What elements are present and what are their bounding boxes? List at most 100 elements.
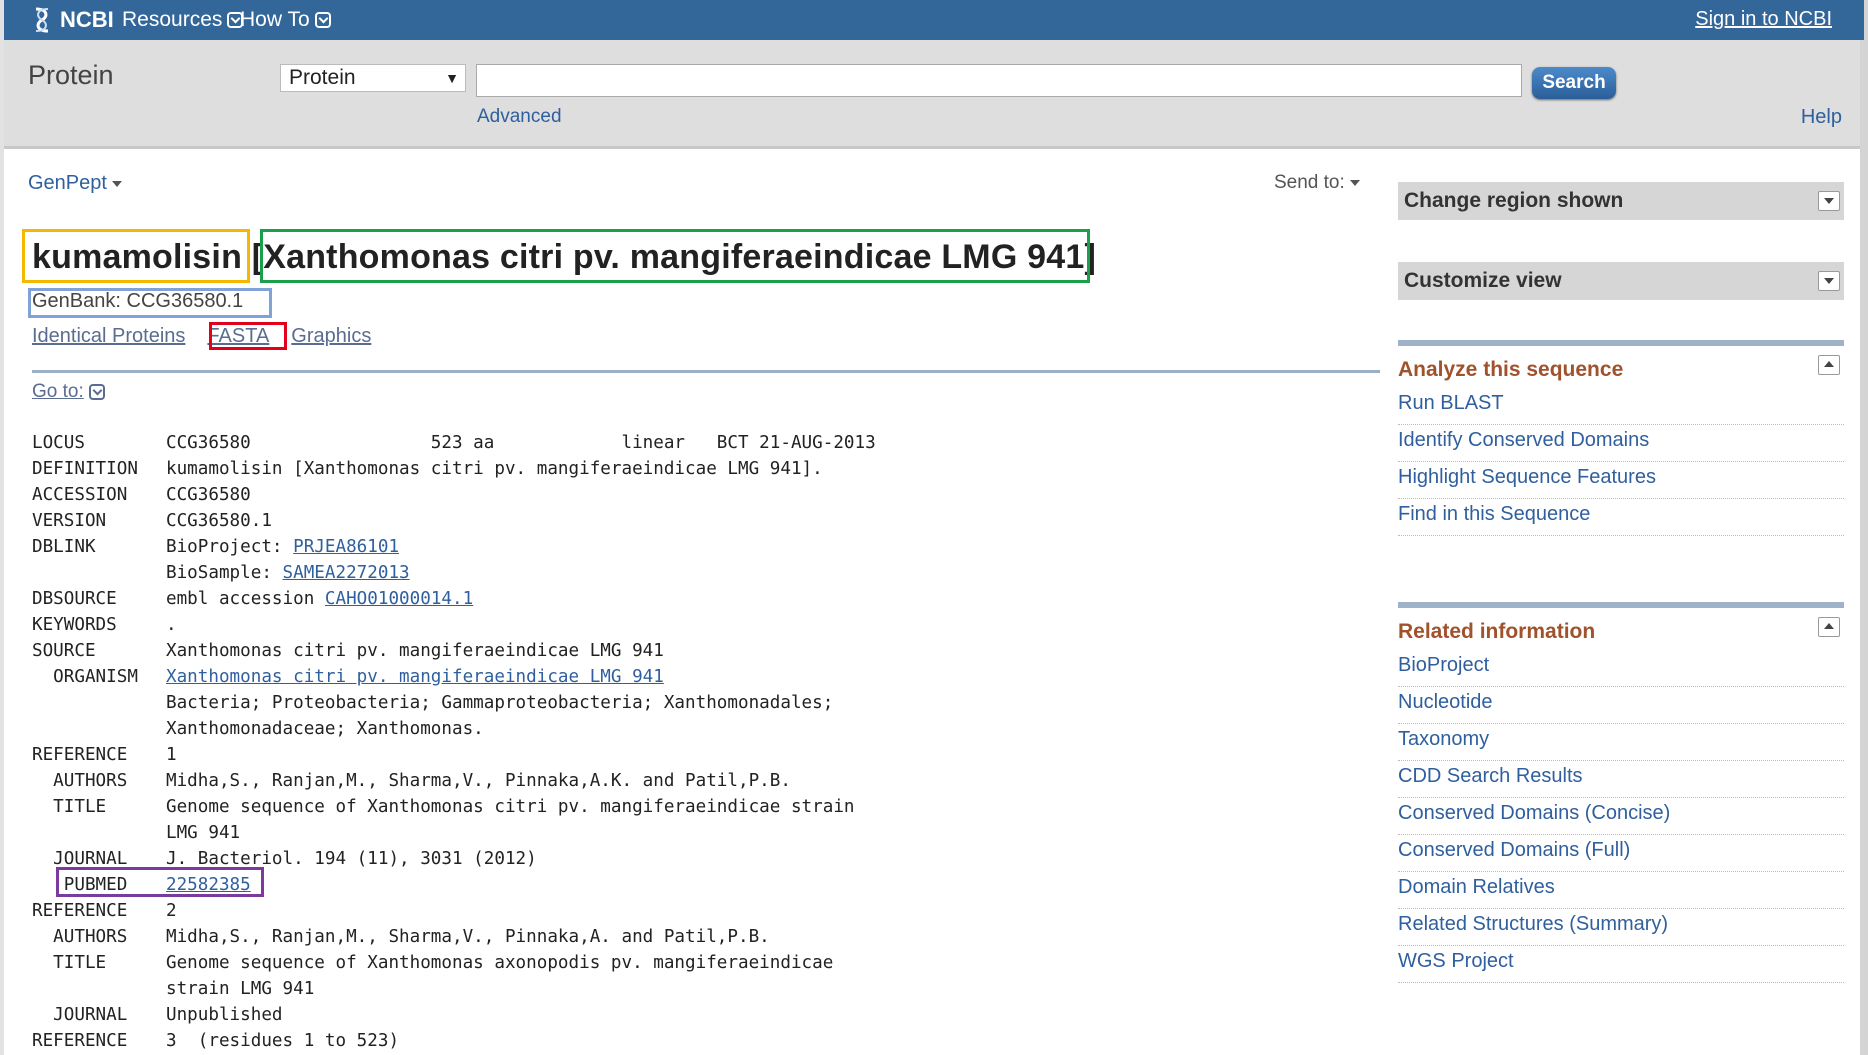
flatfile-text: . bbox=[166, 615, 177, 635]
help-link[interactable]: Help bbox=[1801, 106, 1842, 129]
flatfile-link[interactable]: CAHO01000014.1 bbox=[325, 589, 473, 609]
flatfile-value: BioProject: PRJEA86101 bbox=[166, 534, 399, 560]
flatfile-value: CCG36580.1 bbox=[166, 508, 272, 534]
sidebar-link-conserved-domains-full[interactable]: Conserved Domains (Full) bbox=[1398, 835, 1844, 872]
go-to-menu[interactable]: Go to: bbox=[32, 381, 105, 403]
caret-down-icon bbox=[1349, 179, 1360, 186]
flatfile-row: AUTHORS Midha,S., Ranjan,M., Sharma,V., P… bbox=[32, 924, 876, 950]
flatfile-row: ACCESSION CCG36580 bbox=[32, 482, 876, 508]
flatfile-key bbox=[32, 820, 166, 846]
flatfile-key: ORGANISM bbox=[32, 667, 138, 687]
change-region-panel[interactable]: Change region shown bbox=[1398, 182, 1844, 220]
advanced-search-link[interactable]: Advanced bbox=[477, 106, 562, 128]
flatfile-row: KEYWORDS. bbox=[32, 612, 876, 638]
search-button[interactable]: Search bbox=[1532, 67, 1616, 99]
flatfile-text: Genome sequence of Xanthomonas citri pv.… bbox=[166, 797, 855, 817]
flatfile-row: TITLE Genome sequence of Xanthomonas axon… bbox=[32, 950, 876, 976]
flatfile-row: DEFINITION kumamolisin [Xanthomonas citri… bbox=[32, 456, 876, 482]
collapse-icon[interactable] bbox=[1818, 617, 1840, 637]
flatfile-key: REFERENCE bbox=[32, 745, 128, 765]
ncbi-logo[interactable]: NCBI bbox=[30, 4, 114, 36]
sidebar-link-bioproject[interactable]: BioProject bbox=[1398, 650, 1844, 687]
ncbi-logo-icon bbox=[35, 7, 49, 33]
sidebar-link-cdd-search-results[interactable]: CDD Search Results bbox=[1398, 761, 1844, 798]
sidebar-link-wgs-project[interactable]: WGS Project bbox=[1398, 946, 1844, 983]
highlight-box-pubmed bbox=[56, 867, 264, 897]
database-select[interactable]: Protein ▼ bbox=[280, 64, 466, 92]
flatfile-text: CCG36580 bbox=[166, 485, 251, 505]
flatfile-value: 2 bbox=[166, 898, 177, 924]
customize-view-panel[interactable]: Customize view bbox=[1398, 262, 1844, 300]
send-to-menu[interactable]: Send to: bbox=[1274, 172, 1360, 194]
page: NCBI Resources How To Sign in to NCBI Pr… bbox=[0, 0, 1864, 1055]
expand-icon[interactable] bbox=[1818, 271, 1840, 291]
how-to-menu[interactable]: How To bbox=[240, 0, 331, 40]
flatfile-key bbox=[32, 976, 166, 1002]
flatfile-key bbox=[32, 716, 166, 742]
flatfile-text: Genome sequence of Xanthomonas axonopodi… bbox=[166, 953, 834, 973]
flatfile-value: Bacteria; Proteobacteria; Gammaproteobac… bbox=[166, 690, 833, 716]
flatfile-value: strain LMG 941 bbox=[166, 976, 314, 1002]
format-menu[interactable]: GenPept bbox=[28, 172, 122, 195]
flatfile-key: SOURCE bbox=[32, 641, 96, 661]
search-input[interactable] bbox=[476, 64, 1522, 97]
change-region-label: Change region shown bbox=[1404, 189, 1624, 212]
flatfile-value: Midha,S., Ranjan,M., Sharma,V., Pinnaka,… bbox=[166, 768, 791, 794]
flatfile-key: JOURNAL bbox=[32, 1005, 128, 1025]
section-bar bbox=[1398, 602, 1844, 608]
dropdown-arrow-icon: ▼ bbox=[445, 70, 459, 86]
flatfile-value: CCG36580 bbox=[166, 482, 251, 508]
chevron-down-icon bbox=[88, 384, 105, 400]
flatfile-value: 3 (residues 1 to 523) bbox=[166, 1028, 399, 1054]
sidebar-link-related-structures-summary[interactable]: Related Structures (Summary) bbox=[1398, 909, 1844, 946]
flatfile-row: strain LMG 941 bbox=[32, 976, 876, 1002]
flatfile-link[interactable]: PRJEA86101 bbox=[293, 537, 399, 557]
sidebar-link-find-in-this-sequence[interactable]: Find in this Sequence bbox=[1398, 499, 1844, 536]
identical-proteins-link[interactable]: Identical Proteins bbox=[32, 325, 185, 347]
flatfile-value: 1 bbox=[166, 742, 177, 768]
highlight-box-accession bbox=[28, 288, 272, 318]
sign-in-link[interactable]: Sign in to NCBI bbox=[1695, 8, 1832, 31]
flatfile-text: 2 bbox=[166, 901, 177, 921]
resources-menu[interactable]: Resources bbox=[122, 0, 244, 40]
flatfile-key: LOCUS bbox=[32, 433, 85, 453]
flatfile-text: strain LMG 941 bbox=[166, 979, 315, 999]
flatfile-text: Unpublished bbox=[166, 1005, 283, 1025]
flatfile-row: JOURNAL Unpublished bbox=[32, 1002, 876, 1028]
collapse-icon[interactable] bbox=[1818, 355, 1840, 375]
flatfile-value: Genome sequence of Xanthomonas axonopodi… bbox=[166, 950, 833, 976]
flatfile-row: BioSample: SAMEA2272013 bbox=[32, 560, 876, 586]
send-to-label: Send to: bbox=[1274, 172, 1345, 193]
highlight-box-protein bbox=[22, 229, 250, 283]
search-bar: Protein Protein ▼ Search Advanced Help bbox=[4, 40, 1860, 149]
sidebar-link-taxonomy[interactable]: Taxonomy bbox=[1398, 724, 1844, 761]
sidebar-link-highlight-sequence-features[interactable]: Highlight Sequence Features bbox=[1398, 462, 1844, 499]
flatfile-text: 3 (residues 1 to 523) bbox=[166, 1031, 400, 1051]
flatfile-row: LMG 941 bbox=[32, 820, 876, 846]
expand-icon[interactable] bbox=[1818, 191, 1840, 211]
sidebar-link-conserved-domains-concise[interactable]: Conserved Domains (Concise) bbox=[1398, 798, 1844, 835]
sidebar-link-nucleotide[interactable]: Nucleotide bbox=[1398, 687, 1844, 724]
highlight-box-organism bbox=[260, 229, 1090, 283]
sidebar-link-identify-conserved-domains[interactable]: Identify Conserved Domains bbox=[1398, 425, 1844, 462]
sidebar-link-run-blast[interactable]: Run BLAST bbox=[1398, 388, 1844, 425]
flatfile-text: Xanthomonas citri pv. mangiferaeindicae … bbox=[166, 641, 664, 661]
flatfile-text: J. Bacteriol. 194 (11), 3031 (2012) bbox=[166, 849, 537, 869]
flatfile-value: Unpublished bbox=[166, 1002, 283, 1028]
flatfile-row: AUTHORS Midha,S., Ranjan,M., Sharma,V., P… bbox=[32, 768, 876, 794]
customize-view-label: Customize view bbox=[1404, 269, 1562, 292]
flatfile-row: ORGANISM Xanthomonas citri pv. mangiferae… bbox=[32, 664, 876, 690]
analyze-section-title: Analyze this sequence bbox=[1398, 358, 1624, 381]
flatfile-value: . bbox=[166, 612, 177, 638]
flatfile-text: LMG 941 bbox=[166, 823, 241, 843]
graphics-link[interactable]: Graphics bbox=[291, 325, 371, 347]
flatfile-key: REFERENCE bbox=[32, 1031, 128, 1051]
sidebar-link-domain-relatives[interactable]: Domain Relatives bbox=[1398, 872, 1844, 909]
flatfile-value: kumamolisin [Xanthomonas citri pv. mangi… bbox=[166, 456, 823, 482]
flatfile-link[interactable]: Xanthomonas citri pv. mangiferaeindicae … bbox=[166, 667, 664, 687]
flatfile-row: REFERENCE 1 bbox=[32, 742, 876, 768]
flatfile-row: REFERENCE 2 bbox=[32, 898, 876, 924]
flatfile-row: Xanthomonadaceae; Xanthomonas. bbox=[32, 716, 876, 742]
flatfile-link[interactable]: SAMEA2272013 bbox=[283, 563, 410, 583]
flatfile-value: BioSample: SAMEA2272013 bbox=[166, 560, 410, 586]
